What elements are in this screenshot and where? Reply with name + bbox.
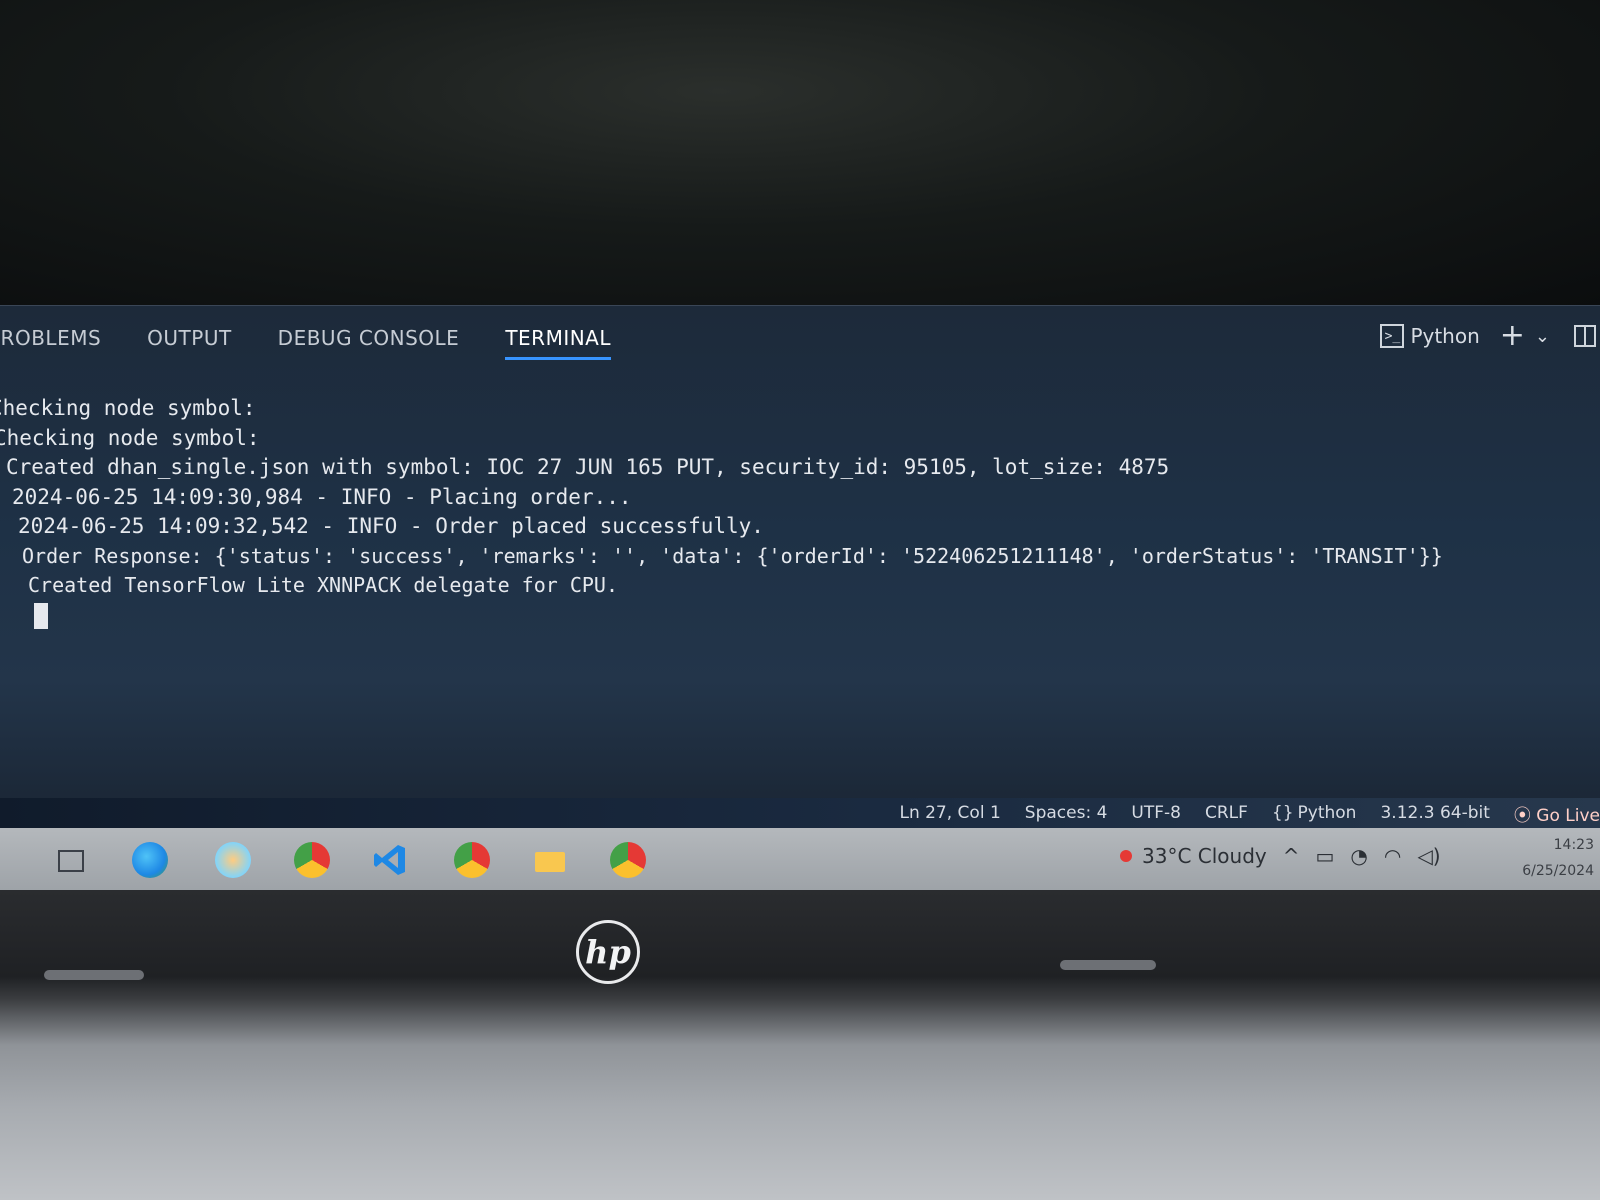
tab-problems[interactable]: PROBLEMS — [0, 320, 101, 356]
line-ending[interactable]: CRLF — [1205, 803, 1248, 823]
braces-icon: {} — [1271, 803, 1294, 823]
terminal-line: Order Response: {'status': 'success', 'r… — [22, 543, 1443, 568]
terminal-line: 2024-06-25 14:09:32,542 - INFO - Order p… — [18, 514, 764, 538]
cursor-position[interactable]: Ln 27, Col 1 — [899, 803, 1000, 823]
terminal-icon: >_ — [1380, 324, 1405, 348]
new-terminal-icon[interactable]: + — [1500, 321, 1525, 351]
broadcast-icon: ⦿ — [1513, 805, 1537, 826]
network-icon[interactable]: ◔ — [1350, 844, 1367, 868]
file-explorer-icon[interactable] — [532, 842, 568, 878]
terminal-cursor — [34, 602, 48, 629]
vscode-icon[interactable] — [372, 842, 408, 878]
copilot-icon[interactable] — [215, 842, 251, 878]
terminal-line: 2024-06-25 14:09:30,984 - INFO - Placing… — [12, 484, 632, 509]
laptop-bezel: hp — [0, 890, 1600, 1200]
chevron-up-icon[interactable]: ^ — [1283, 844, 1300, 868]
terminal-line: Checking node symbol: — [0, 396, 256, 420]
chrome-icon[interactable] — [294, 842, 330, 878]
alert-badge-icon — [1120, 850, 1132, 862]
edge-icon[interactable] — [132, 842, 168, 878]
chevron-down-icon[interactable]: ⌄ — [1535, 326, 1550, 347]
encoding[interactable]: UTF-8 — [1131, 803, 1181, 823]
tab-terminal[interactable]: TERMINAL — [505, 320, 611, 360]
system-tray: 33°C Cloudy ^ ▭ ◔ ◠ ◁) — [1120, 844, 1441, 868]
terminal-profile-button[interactable]: >_ Python — [1380, 324, 1480, 348]
tab-debug-console[interactable]: DEBUG CONSOLE — [278, 320, 460, 356]
panel-actions: >_ Python + ⌄ — [1380, 321, 1596, 351]
weather-widget[interactable]: 33°C Cloudy — [1120, 844, 1267, 868]
chrome-icon-2[interactable] — [610, 842, 646, 878]
chrome-profile-icon[interactable] — [454, 842, 490, 878]
go-live-button[interactable]: ⦿ Go Live — [1514, 801, 1600, 826]
volume-icon[interactable]: ◁) — [1417, 844, 1440, 868]
terminal-output[interactable]: Checking node symbol: Checking node symb… — [0, 394, 1600, 637]
battery-icon[interactable]: ▭ — [1316, 844, 1335, 868]
python-interpreter[interactable]: 3.12.3 64-bit — [1380, 803, 1489, 823]
terminal-line: Created TensorFlow Lite XNNPACK delegate… — [28, 573, 619, 597]
terminal-profile-label: Python — [1410, 324, 1480, 348]
indentation[interactable]: Spaces: 4 — [1025, 803, 1108, 823]
hp-logo: hp — [576, 920, 640, 984]
panel-tab-bar: PROBLEMS OUTPUT DEBUG CONSOLE TERMINAL — [0, 318, 657, 360]
terminal-line: Checking node symbol: — [0, 425, 260, 450]
language-mode[interactable]: {} Python — [1272, 803, 1357, 823]
hinge — [1060, 960, 1156, 970]
tab-output[interactable]: OUTPUT — [147, 320, 232, 356]
wifi-icon[interactable]: ◠ — [1384, 844, 1401, 868]
clock[interactable]: 14:23 6/25/2024 — [1522, 832, 1594, 884]
terminal-line: Created dhan_single.json with symbol: IO… — [6, 455, 1170, 479]
hinge — [44, 970, 144, 980]
status-bar: Ln 27, Col 1 Spaces: 4 UTF-8 CRLF {} Pyth… — [0, 798, 1600, 828]
bottom-panel: PROBLEMS OUTPUT DEBUG CONSOLE TERMINAL >… — [0, 305, 1600, 806]
split-terminal-icon[interactable] — [1574, 325, 1596, 347]
task-view-icon[interactable] — [52, 842, 88, 878]
taskbar: 33°C Cloudy ^ ▭ ◔ ◠ ◁) 14:23 6/25/2024 — [0, 828, 1600, 890]
editor-area — [0, 0, 1600, 305]
